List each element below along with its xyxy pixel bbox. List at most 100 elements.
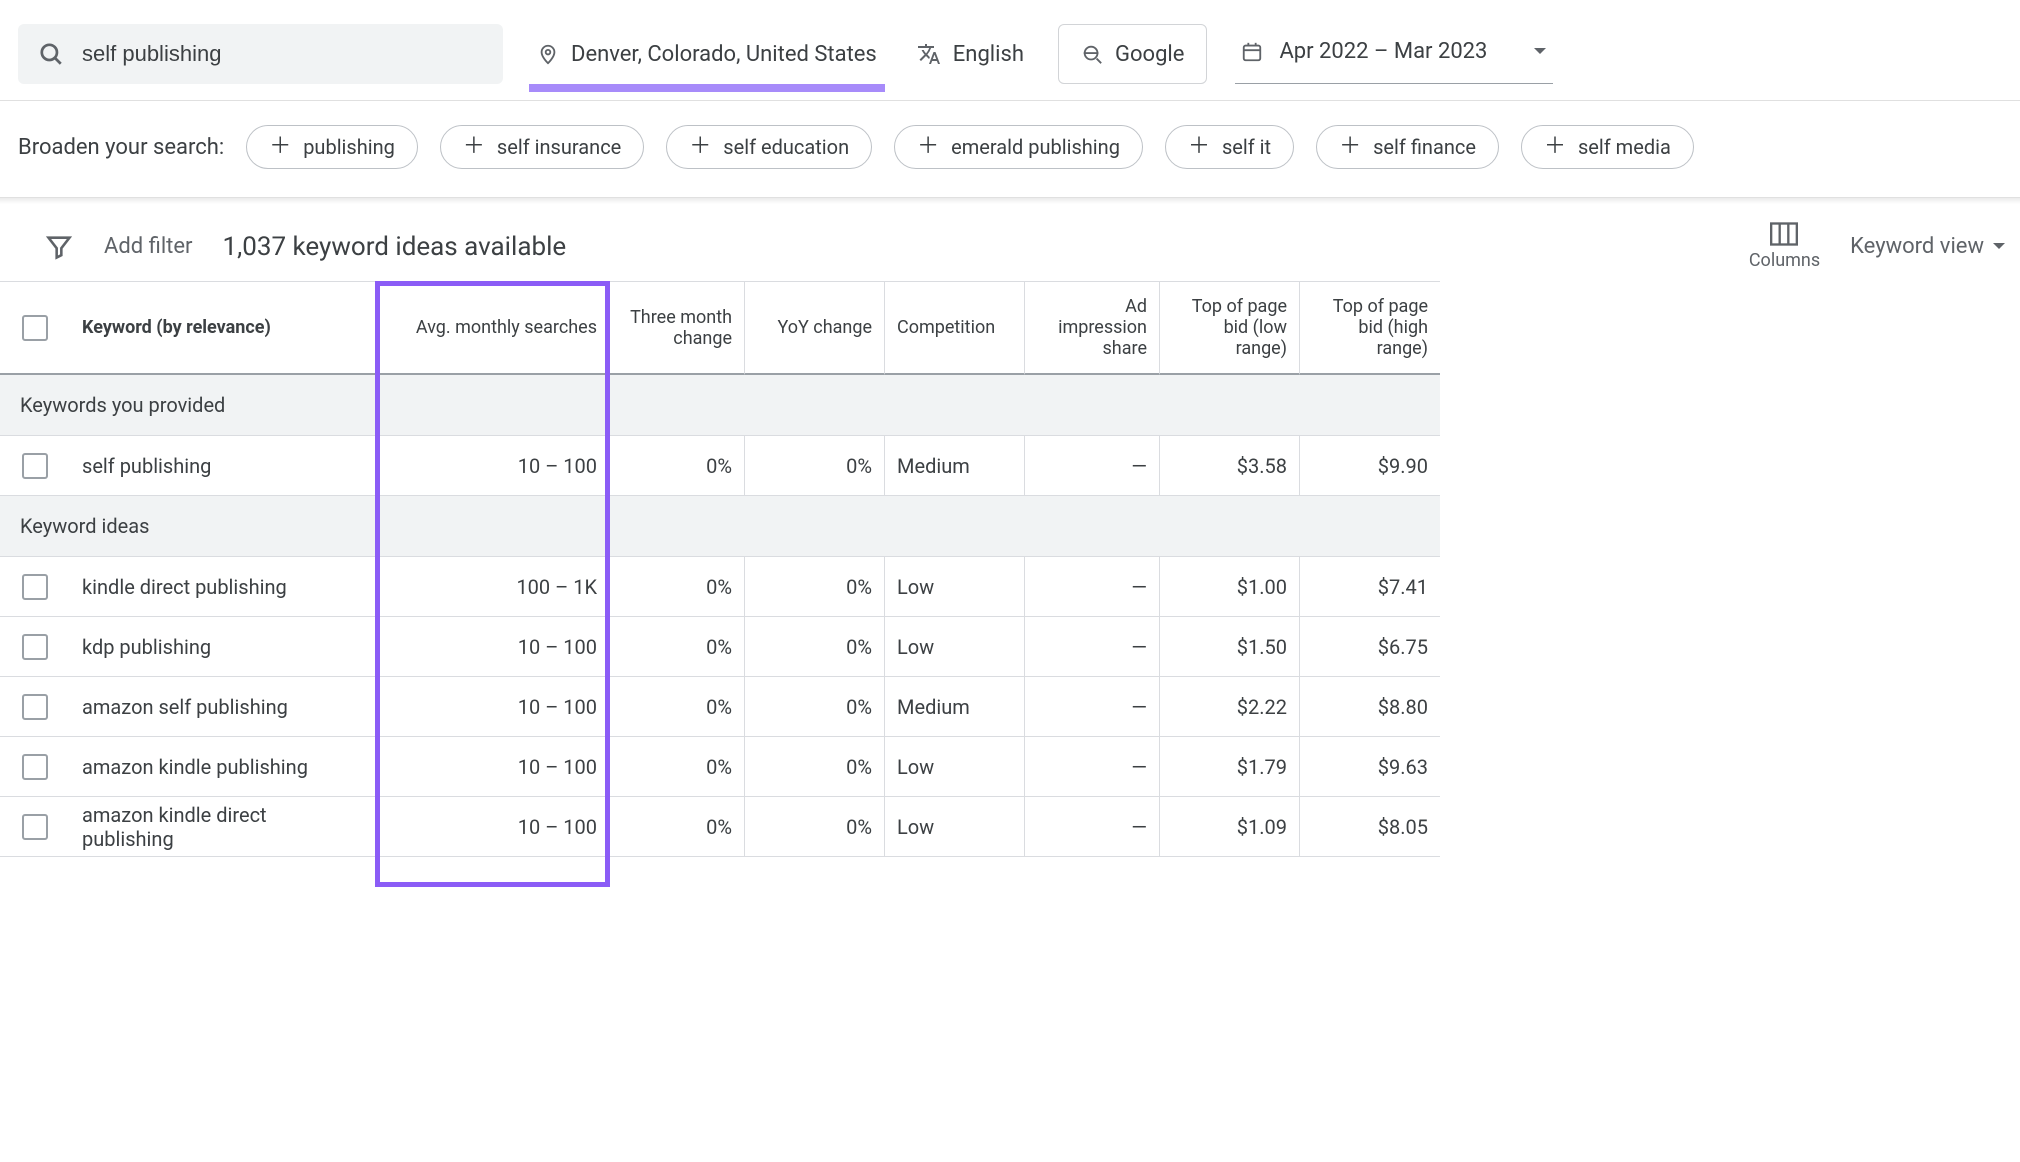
location-text: Denver, Colorado, United States (571, 42, 877, 67)
table-header-row: Keyword (by relevance) Avg. monthly sear… (0, 281, 2020, 375)
chip-label: self finance (1373, 135, 1476, 159)
row-checkbox[interactable] (22, 634, 48, 660)
cell-yoy: 0% (745, 677, 885, 737)
cell-competition: Medium (885, 436, 1025, 496)
col-three-month[interactable]: Three month change (610, 281, 745, 375)
add-filter-button[interactable]: Add filter (104, 234, 192, 259)
search-input-box[interactable] (18, 24, 503, 84)
cell-keyword: kdp publishing (70, 617, 375, 677)
keyword-view-selector[interactable]: Keyword view (1850, 234, 2006, 259)
ideas-count: 1,037 keyword ideas available (222, 232, 566, 262)
search-input[interactable] (82, 41, 483, 67)
top-toolbar: Denver, Colorado, United States English … (0, 0, 2020, 96)
location-selector[interactable]: Denver, Colorado, United States (531, 24, 883, 84)
highlight-underline (529, 84, 885, 92)
network-icon (1081, 43, 1103, 65)
cell-bid-low: $2.22 (1160, 677, 1300, 737)
chip-label: self education (723, 135, 849, 159)
pin-icon (537, 41, 559, 67)
cell-yoy: 0% (745, 557, 885, 617)
plus-icon: ＋ (463, 136, 485, 158)
col-yoy[interactable]: YoY change (745, 281, 885, 375)
select-all-checkbox[interactable] (0, 281, 70, 375)
broaden-chip[interactable]: ＋self finance (1316, 125, 1499, 169)
cell-three-month: 0% (610, 436, 745, 496)
chip-label: publishing (303, 135, 395, 159)
table-row: kdp publishing10 – 1000%0%Low—$1.50$6.75 (0, 617, 2020, 677)
cell-three-month: 0% (610, 737, 745, 797)
cell-avg: 10 – 100 (375, 617, 610, 677)
chevron-down-icon (1992, 242, 2006, 252)
table-row: amazon kindle direct publishing10 – 1000… (0, 797, 2020, 857)
cell-keyword: amazon self publishing (70, 677, 375, 737)
table-row: amazon self publishing10 – 1000%0%Medium… (0, 677, 2020, 737)
section-heading: Keywords you provided (0, 375, 1440, 436)
broaden-chip[interactable]: ＋self media (1521, 125, 1694, 169)
col-bid-high[interactable]: Top of page bid (high range) (1300, 281, 1440, 375)
cell-keyword: kindle direct publishing (70, 557, 375, 617)
cell-keyword: amazon kindle publishing (70, 737, 375, 797)
row-checkbox[interactable] (22, 694, 48, 720)
col-bid-low[interactable]: Top of page bid (low range) (1160, 281, 1300, 375)
cell-bid-high: $9.63 (1300, 737, 1440, 797)
broaden-chip[interactable]: ＋ self insurance (440, 125, 644, 169)
cell-yoy: 0% (745, 617, 885, 677)
cell-yoy: 0% (745, 737, 885, 797)
filter-bar: Add filter 1,037 keyword ideas available… (0, 204, 2020, 281)
cell-competition: Low (885, 617, 1025, 677)
search-icon (38, 41, 64, 67)
cell-three-month: 0% (610, 797, 745, 857)
row-checkbox[interactable] (22, 754, 48, 780)
cell-competition: Low (885, 737, 1025, 797)
plus-icon: ＋ (689, 136, 711, 158)
columns-icon (1770, 222, 1798, 246)
filter-icon[interactable] (14, 233, 104, 261)
chip-label: self it (1222, 135, 1271, 159)
broaden-chip[interactable]: ＋ self education (666, 125, 872, 169)
broaden-chip[interactable]: ＋self it (1165, 125, 1294, 169)
cell-bid-high: $8.05 (1300, 797, 1440, 857)
broaden-chip[interactable]: ＋publishing (246, 125, 418, 169)
plus-icon: ＋ (1544, 136, 1566, 158)
cell-bid-high: $6.75 (1300, 617, 1440, 677)
col-keyword[interactable]: Keyword (by relevance) (70, 281, 375, 375)
cell-competition: Low (885, 797, 1025, 857)
date-range-selector[interactable]: Apr 2022 – Mar 2023 (1235, 24, 1553, 84)
network-text: Google (1115, 42, 1184, 67)
cell-competition: Low (885, 557, 1025, 617)
cell-avg: 10 – 100 (375, 797, 610, 857)
cell-ad-share: — (1025, 737, 1160, 797)
columns-label: Columns (1749, 250, 1820, 271)
language-text: English (953, 42, 1024, 67)
language-selector[interactable]: English (911, 24, 1030, 84)
cell-competition: Medium (885, 677, 1025, 737)
chip-label: emerald publishing (951, 135, 1120, 159)
col-competition[interactable]: Competition (885, 281, 1025, 375)
broaden-chip[interactable]: ＋emerald publishing (894, 125, 1143, 169)
cell-bid-low: $1.50 (1160, 617, 1300, 677)
cell-ad-share: — (1025, 436, 1160, 496)
chevron-down-icon (1533, 47, 1547, 57)
cell-bid-high: $8.80 (1300, 677, 1440, 737)
col-ad-share[interactable]: Ad impression share (1025, 281, 1160, 375)
cell-yoy: 0% (745, 797, 885, 857)
broaden-label: Broaden your search: (18, 135, 224, 160)
table-row: amazon kindle publishing10 – 1000%0%Low—… (0, 737, 2020, 797)
cell-ad-share: — (1025, 677, 1160, 737)
row-checkbox[interactable] (22, 814, 48, 840)
cell-three-month: 0% (610, 557, 745, 617)
view-label: Keyword view (1850, 234, 1984, 259)
row-checkbox[interactable] (22, 574, 48, 600)
chip-label: self insurance (497, 135, 621, 159)
keyword-table: Keyword (by relevance) Avg. monthly sear… (0, 281, 2020, 857)
row-checkbox[interactable] (22, 453, 48, 479)
cell-yoy: 0% (745, 436, 885, 496)
cell-bid-low: $1.79 (1160, 737, 1300, 797)
col-avg[interactable]: Avg. monthly searches (375, 281, 610, 375)
columns-button[interactable]: Columns (1749, 222, 1820, 271)
date-range-text: Apr 2022 – Mar 2023 (1279, 39, 1487, 64)
broaden-search-row: Broaden your search: ＋publishing＋self in… (0, 101, 2020, 193)
network-selector[interactable]: Google (1058, 24, 1207, 84)
table-row: self publishing10 – 1000%0%Medium—$3.58$… (0, 436, 2020, 496)
cell-keyword: self publishing (70, 436, 375, 496)
